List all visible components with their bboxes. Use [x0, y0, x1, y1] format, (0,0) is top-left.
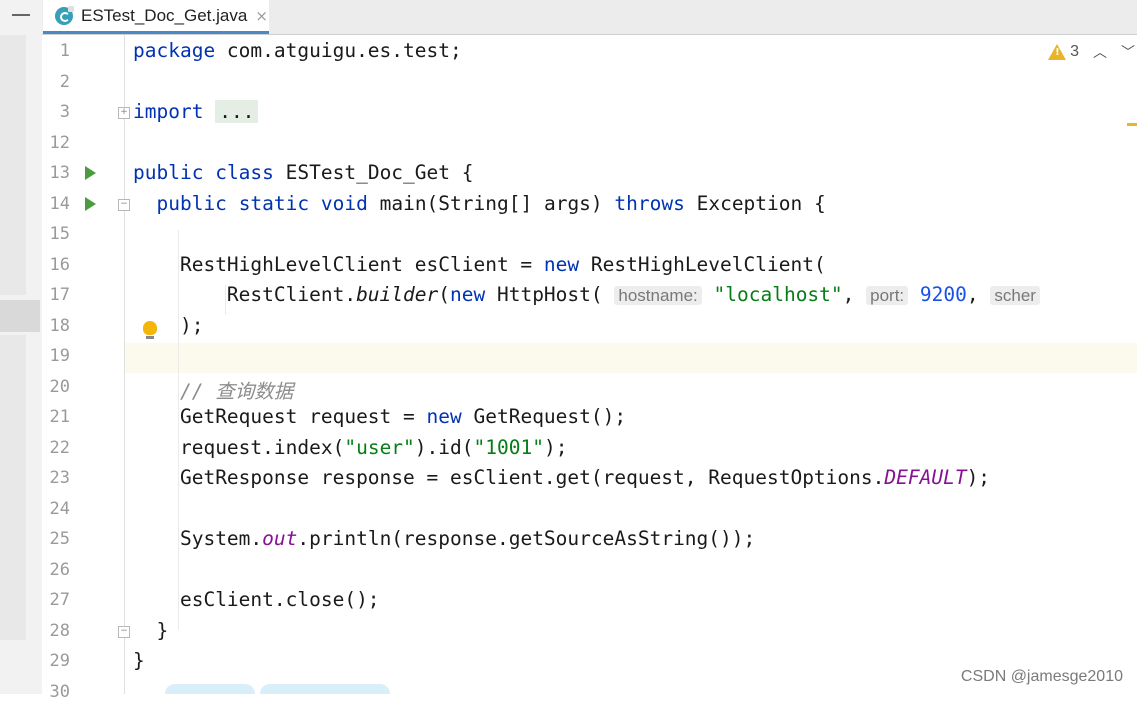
close-tab-icon[interactable]: ×	[255, 7, 268, 25]
param-hint-scheme: scher	[990, 286, 1040, 305]
line-number: 2	[59, 72, 70, 92]
folded-imports[interactable]: ...	[215, 100, 259, 123]
minimize-icon[interactable]	[12, 14, 30, 16]
overlay-artifact	[260, 684, 390, 694]
scrollbar-warning-marker[interactable]	[1127, 123, 1137, 126]
warning-icon	[1048, 44, 1067, 60]
line-number: 13	[49, 163, 70, 183]
warning-count: 3	[1070, 43, 1079, 60]
line-number: 12	[49, 133, 70, 153]
line-number: 23	[49, 468, 70, 488]
code-line-18: );	[179, 314, 204, 337]
tool-strip-panel	[0, 335, 26, 640]
editor-tab[interactable]: ESTest_Doc_Get.java ×	[43, 0, 269, 34]
line-number: 26	[49, 560, 70, 580]
tab-filename: ESTest_Doc_Get.java	[81, 5, 248, 25]
code-editor[interactable]: package com.atguigu.es.test; import ... …	[125, 35, 1137, 694]
code-line-22: request.index("user").id("1001");	[179, 436, 568, 459]
prev-problem-icon[interactable]: ︿	[1093, 42, 1107, 62]
overlay-artifact	[165, 684, 255, 694]
tool-strip-panel	[0, 35, 26, 295]
line-number: 19	[49, 346, 70, 366]
line-number: 21	[49, 407, 70, 427]
code-line-29: }	[133, 649, 145, 672]
inspection-widget[interactable]: 3 ︿ ﹀	[1048, 42, 1135, 62]
code-line-13: public class ESTest_Doc_Get {	[133, 161, 474, 184]
code-line-20: // 查询数据	[179, 380, 294, 403]
code-line-1: package com.atguigu.es.test;	[133, 39, 462, 62]
line-number: 25	[49, 529, 70, 549]
run-main-icon[interactable]	[85, 197, 96, 211]
tool-window-strip	[0, 0, 43, 694]
line-number: 16	[49, 255, 70, 275]
code-line-14: public static void main(String[] args) t…	[156, 192, 826, 215]
line-number: 17	[49, 285, 70, 305]
line-number: 29	[49, 651, 70, 671]
code-line-27: esClient.close();	[179, 588, 380, 611]
watermark: CSDN @jamesge2010	[960, 668, 1123, 685]
line-number: 14	[49, 194, 70, 214]
line-number: 30	[49, 682, 70, 702]
param-hint-hostname: hostname:	[614, 286, 702, 305]
java-class-icon	[55, 5, 74, 25]
code-line-23: GetResponse response = esClient.get(requ…	[179, 466, 991, 489]
editor-tab-bar: ESTest_Doc_Get.java ×	[42, 0, 1137, 35]
line-number: 22	[49, 438, 70, 458]
run-class-icon[interactable]	[85, 166, 96, 180]
code-line-28: }	[156, 619, 169, 642]
code-line-17: RestClient.builder(new HttpHost( hostnam…	[133, 283, 1040, 306]
tool-strip-selected[interactable]	[0, 300, 40, 332]
line-number: 18	[49, 316, 70, 336]
next-problem-icon[interactable]: ﹀	[1121, 42, 1135, 62]
line-number: 15	[49, 224, 70, 244]
code-line-16: RestHighLevelClient esClient = new RestH…	[179, 253, 826, 276]
line-number: 27	[49, 590, 70, 610]
line-number: 20	[49, 377, 70, 397]
line-number-gutter[interactable]: 1 2 3 12 13 14 15 16 17 18 19 20 21 22 2…	[42, 35, 157, 702]
code-line-21: GetRequest request = new GetRequest();	[179, 405, 627, 428]
code-line-25: System.out.println(response.getSourceAsS…	[179, 527, 756, 550]
line-number: 28	[49, 621, 70, 641]
param-hint-port: port:	[866, 286, 909, 305]
code-line-3: import ...	[133, 100, 259, 123]
line-number: 1	[59, 41, 70, 61]
line-number: 3	[59, 102, 70, 122]
line-number: 24	[49, 499, 70, 519]
current-line-highlight	[125, 343, 1137, 373]
